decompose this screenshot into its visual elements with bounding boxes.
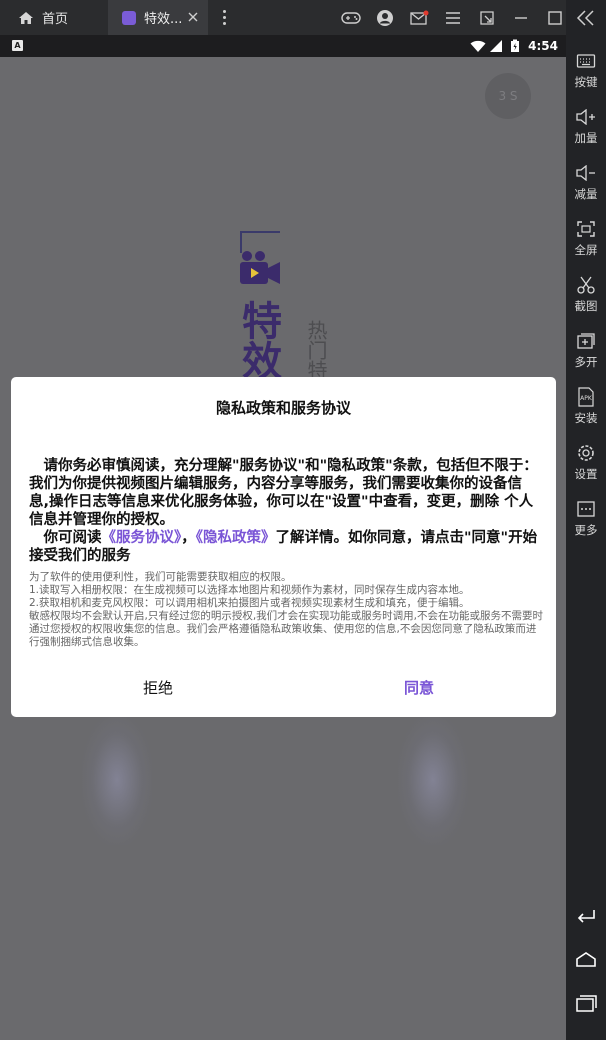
status-bar: A 4:54 [0, 35, 566, 57]
android-screen: A 4:54 3 S 特效 热门特 隐私政策和服务协议 请你务必审慎阅读，充分理… [0, 35, 566, 1040]
sidebar-item-settings[interactable]: 设置 [566, 442, 606, 482]
menu-icon[interactable] [436, 0, 470, 35]
status-right: 4:54 [470, 37, 558, 55]
splash-decoration-right [398, 715, 468, 845]
back-icon[interactable] [574, 905, 598, 925]
sidebar-label: 按键 [574, 75, 598, 89]
sidebar-item-more[interactable]: 更多 [566, 498, 606, 538]
splash-subtitle: 热门特 [304, 320, 328, 380]
skip-countdown-button[interactable]: 3 S [485, 73, 531, 119]
home-nav-icon[interactable] [574, 950, 598, 970]
close-icon[interactable] [186, 10, 200, 24]
sidebar-item-fullscreen[interactable]: 全屏 [566, 218, 606, 258]
signal-icon [490, 40, 503, 52]
permissions-note: 为了软件的使用便利性，我们可能需要获取相应的权限。 1.读取写入相册权限：在生成… [29, 571, 543, 649]
sidebar-label: 多开 [574, 355, 598, 369]
multi-instance-icon [577, 333, 595, 349]
sidebar-item-volume-down[interactable]: 减量 [566, 162, 606, 202]
user-avatar-icon[interactable] [368, 0, 402, 35]
apk-install-icon: APK [578, 387, 594, 407]
sidebar-item-keys[interactable]: 按键 [566, 50, 606, 90]
reject-button[interactable]: 拒绝 [123, 677, 193, 698]
shrink-window-icon[interactable] [470, 0, 504, 35]
video-camera-icon [240, 251, 280, 284]
permissions-line-1: 为了软件的使用便利性，我们可能需要获取相应的权限。 [29, 571, 292, 583]
status-indicator: A [12, 40, 23, 51]
para2-prefix: 你可阅读 [43, 530, 102, 546]
splash-title: 特效 [235, 300, 281, 380]
scissors-icon [577, 276, 595, 294]
agree-button[interactable]: 同意 [384, 677, 454, 698]
battery-icon [511, 39, 520, 52]
emulator-top-bar: 首页 特效... [0, 0, 606, 35]
volume-up-icon [576, 109, 595, 125]
emulator-sidebar: 按键 加量 减量 全屏 截图 多开 APK 安装 设置 更多 [566, 0, 606, 1040]
sidebar-label: 设置 [574, 467, 598, 481]
home-tab-label: 首页 [42, 12, 69, 27]
app-tab-label: 特效... [144, 12, 183, 27]
sidebar-item-screenshot[interactable]: 截图 [566, 274, 606, 314]
gear-icon [578, 445, 594, 461]
fullscreen-icon [577, 221, 595, 237]
service-agreement-link[interactable]: 《服务协议》 [102, 530, 182, 546]
tab-more-icon[interactable] [216, 0, 232, 35]
dialog-body: 请你务必审慎阅读，充分理解"服务协议"和"隐私政策"条款，包括但不限于：我们为你… [29, 457, 541, 565]
status-time: 4:54 [528, 39, 558, 53]
gamepad-icon[interactable] [334, 0, 368, 35]
sidebar-label: 安装 [574, 411, 598, 425]
dialog-paragraph-2: 你可阅读《服务协议》，《隐私政策》了解详情。如你同意，请点击"同意"开始接受我们… [29, 529, 541, 565]
sidebar-label: 减量 [574, 187, 598, 201]
app-tab-icon [122, 10, 136, 25]
dialog-title: 隐私政策和服务协议 [215, 399, 351, 417]
collapse-sidebar-icon[interactable] [574, 8, 598, 28]
more-icon [577, 501, 595, 517]
sidebar-item-install[interactable]: APK 安装 [566, 386, 606, 426]
dialog-paragraph-1: 请你务必审慎阅读，充分理解"服务协议"和"隐私政策"条款，包括但不限于：我们为你… [29, 458, 538, 528]
privacy-dialog: 隐私政策和服务协议 请你务必审慎阅读，充分理解"服务协议"和"隐私政策"条款，包… [11, 377, 556, 717]
sidebar-item-volume-up[interactable]: 加量 [566, 106, 606, 146]
privacy-policy-link[interactable]: 《隐私政策》 [196, 530, 276, 546]
home-tab[interactable]: 首页 [0, 0, 108, 35]
minimize-icon[interactable] [504, 0, 538, 35]
svg-text:APK: APK [580, 395, 593, 402]
sidebar-item-multi-instance[interactable]: 多开 [566, 330, 606, 370]
permissions-line-3: 2.获取相机和麦克风权限：可以调用相机来拍摄图片或者视频实现素材生成和填充，便于… [29, 597, 470, 609]
app-tab[interactable]: 特效... [108, 0, 208, 35]
keyboard-icon [576, 54, 596, 68]
splash-decoration-left [82, 715, 152, 845]
volume-down-icon [576, 165, 595, 181]
permissions-line-2: 1.读取写入相册权限：在生成视频可以选择本地图片和视频作为素材，同时保存生成内容… [29, 584, 470, 596]
sidebar-label: 截图 [574, 299, 598, 313]
mail-icon[interactable] [402, 0, 436, 35]
recent-apps-icon[interactable] [574, 993, 598, 1013]
para2-sep: ， [181, 530, 196, 546]
sidebar-label: 加量 [574, 131, 598, 145]
sidebar-label: 全屏 [574, 243, 598, 257]
home-icon [19, 11, 33, 24]
sidebar-label: 更多 [574, 523, 598, 537]
wifi-icon [470, 40, 486, 52]
permissions-line-4: 敏感权限均不会默认开启,只有经过您的明示授权,我们才会在实现功能或服务时调用,不… [29, 610, 544, 648]
